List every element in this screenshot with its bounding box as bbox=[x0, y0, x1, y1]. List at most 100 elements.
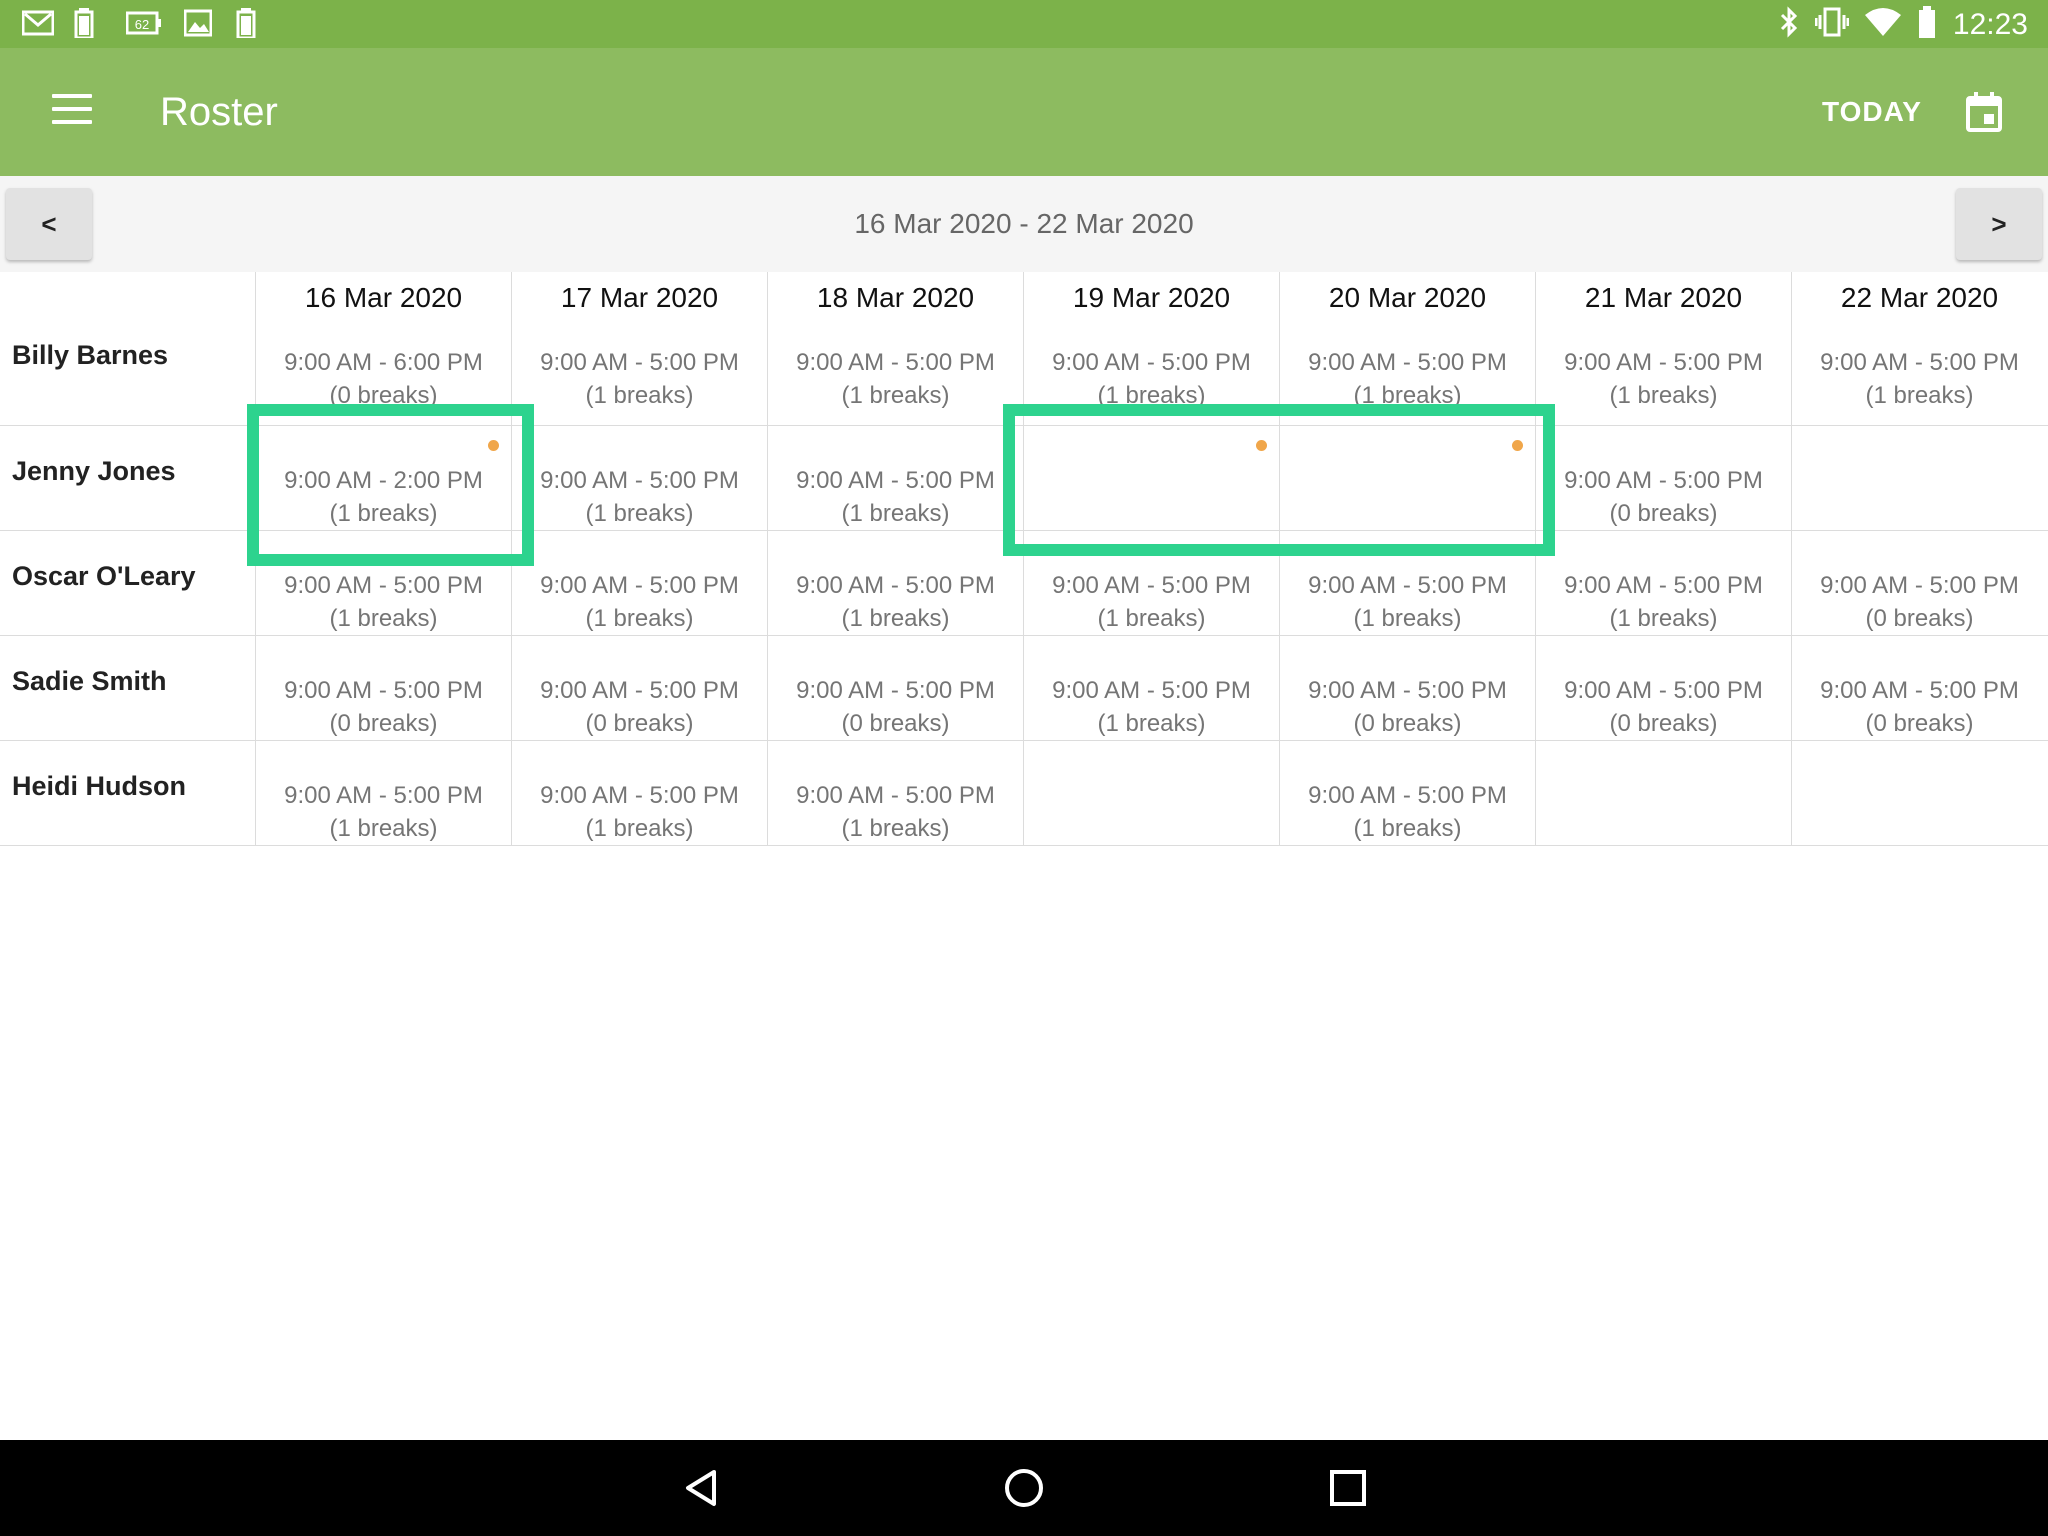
shift-breaks: (1 breaks) bbox=[585, 815, 694, 842]
shift-cell[interactable]: 9:00 AM - 5:00 PM (0 breaks) bbox=[511, 636, 767, 740]
shift-breaks: (1 breaks) bbox=[329, 605, 438, 632]
shift-breaks: (1 breaks) bbox=[1609, 605, 1718, 632]
shift-breaks: (1 breaks) bbox=[1353, 605, 1462, 632]
shift-breaks: (0 breaks) bbox=[1353, 710, 1462, 737]
shift-cell[interactable]: 9:00 AM - 5:00 PM (1 breaks) bbox=[1023, 531, 1279, 635]
shift-cell[interactable]: 22 Mar 2020 9:00 AM - 5:00 PM (1 breaks) bbox=[1791, 272, 2047, 425]
shift-time: 9:00 AM - 5:00 PM bbox=[540, 572, 739, 599]
date-header: 17 Mar 2020 bbox=[560, 282, 719, 313]
roster-row: Sadie Smith 9:00 AM - 5:00 PM (0 breaks) … bbox=[0, 636, 2048, 741]
shift-cell[interactable]: 9:00 AM - 5:00 PM (1 breaks) bbox=[1535, 531, 1791, 635]
next-week-button[interactable]: > bbox=[1956, 188, 2042, 260]
shift-breaks: (1 breaks) bbox=[329, 500, 438, 527]
shift-cell[interactable] bbox=[1791, 741, 2047, 845]
shift-cell[interactable]: 19 Mar 2020 9:00 AM - 5:00 PM (1 breaks) bbox=[1023, 272, 1279, 425]
shift-cell[interactable]: 9:00 AM - 5:00 PM (1 breaks) bbox=[255, 531, 511, 635]
date-header: 18 Mar 2020 bbox=[816, 282, 975, 313]
shift-cell[interactable]: 9:00 AM - 5:00 PM (1 breaks) bbox=[1023, 636, 1279, 740]
shift-cell[interactable] bbox=[1279, 426, 1535, 530]
shift-cell[interactable]: 20 Mar 2020 9:00 AM - 5:00 PM (1 breaks) bbox=[1279, 272, 1535, 425]
shift-time: 9:00 AM - 5:00 PM bbox=[1564, 572, 1763, 599]
shift-cell[interactable] bbox=[1023, 426, 1279, 530]
shift-cell[interactable]: 9:00 AM - 5:00 PM (1 breaks) bbox=[767, 741, 1023, 845]
shift-breaks: (1 breaks) bbox=[1353, 382, 1462, 409]
battery-icon bbox=[74, 8, 104, 40]
shift-cell[interactable]: 9:00 AM - 2:00 PM (1 breaks) bbox=[255, 426, 511, 530]
shift-time: 9:00 AM - 5:00 PM bbox=[796, 467, 995, 494]
shift-time: 9:00 AM - 5:00 PM bbox=[796, 572, 995, 599]
status-dot bbox=[1256, 440, 1267, 451]
battery-icon bbox=[236, 8, 266, 40]
shift-cell[interactable] bbox=[1023, 741, 1279, 845]
employee-name: Jenny Jones bbox=[12, 456, 176, 486]
roster-row: Heidi Hudson 9:00 AM - 5:00 PM (1 breaks)… bbox=[0, 741, 2048, 846]
shift-breaks: (1 breaks) bbox=[585, 382, 694, 409]
today-button[interactable]: TODAY bbox=[1822, 96, 1922, 128]
svg-text:62: 62 bbox=[135, 17, 149, 32]
shift-cell[interactable]: 9:00 AM - 5:00 PM (1 breaks) bbox=[767, 426, 1023, 530]
shift-breaks: (0 breaks) bbox=[1609, 500, 1718, 527]
shift-time: 9:00 AM - 5:00 PM bbox=[284, 782, 483, 809]
recents-icon[interactable] bbox=[1326, 1466, 1370, 1510]
shift-time: 9:00 AM - 5:00 PM bbox=[1564, 467, 1763, 494]
shift-cell[interactable]: 21 Mar 2020 9:00 AM - 5:00 PM (1 breaks) bbox=[1535, 272, 1791, 425]
shift-breaks: (1 breaks) bbox=[329, 815, 438, 842]
shift-time: 9:00 AM - 5:00 PM bbox=[1820, 677, 2019, 704]
shift-cell[interactable]: 9:00 AM - 5:00 PM (0 breaks) bbox=[767, 636, 1023, 740]
shift-cell[interactable]: 9:00 AM - 5:00 PM (1 breaks) bbox=[1279, 531, 1535, 635]
shift-cell[interactable]: 9:00 AM - 5:00 PM (1 breaks) bbox=[1279, 741, 1535, 845]
home-icon[interactable] bbox=[1002, 1466, 1046, 1510]
status-dot bbox=[488, 440, 499, 451]
back-icon[interactable] bbox=[680, 1466, 724, 1510]
shift-time: 9:00 AM - 5:00 PM bbox=[1052, 677, 1251, 704]
shift-cell[interactable]: 16 Mar 2020 9:00 AM - 6:00 PM (0 breaks) bbox=[255, 272, 511, 425]
shift-breaks: (1 breaks) bbox=[1609, 382, 1718, 409]
image-icon bbox=[183, 8, 214, 38]
shift-breaks: (1 breaks) bbox=[585, 605, 694, 632]
shift-breaks: (1 breaks) bbox=[1097, 710, 1206, 737]
shift-cell[interactable]: 9:00 AM - 5:00 PM (1 breaks) bbox=[511, 426, 767, 530]
date-header: 19 Mar 2020 bbox=[1072, 282, 1231, 313]
battery-icon bbox=[1917, 6, 1937, 43]
shift-cell[interactable] bbox=[1535, 741, 1791, 845]
bluetooth-icon bbox=[1779, 6, 1799, 43]
shift-time: 9:00 AM - 5:00 PM bbox=[284, 677, 483, 704]
shift-cell[interactable]: 9:00 AM - 5:00 PM (0 breaks) bbox=[1535, 426, 1791, 530]
shift-cell[interactable]: 9:00 AM - 5:00 PM (0 breaks) bbox=[1791, 531, 2047, 635]
roster-row: Oscar O'Leary 9:00 AM - 5:00 PM (1 breaks… bbox=[0, 531, 2048, 636]
shift-breaks: (1 breaks) bbox=[841, 605, 950, 632]
calendar-icon[interactable] bbox=[1966, 92, 2002, 132]
shift-cell[interactable]: 9:00 AM - 5:00 PM (1 breaks) bbox=[767, 531, 1023, 635]
shift-breaks: (0 breaks) bbox=[1865, 710, 1974, 737]
shift-time: 9:00 AM - 5:00 PM bbox=[1564, 677, 1763, 704]
shift-cell[interactable]: 9:00 AM - 5:00 PM (1 breaks) bbox=[511, 531, 767, 635]
shift-breaks: (1 breaks) bbox=[1097, 605, 1206, 632]
shift-time: 9:00 AM - 5:00 PM bbox=[796, 349, 995, 376]
shift-cell[interactable]: 9:00 AM - 5:00 PM (1 breaks) bbox=[511, 741, 767, 845]
shift-cell[interactable] bbox=[1791, 426, 2047, 530]
roster-row: Jenny Jones 9:00 AM - 2:00 PM (1 breaks) … bbox=[0, 426, 2048, 531]
shift-cell[interactable]: 17 Mar 2020 9:00 AM - 5:00 PM (1 breaks) bbox=[511, 272, 767, 425]
date-header: 21 Mar 2020 bbox=[1584, 282, 1743, 313]
shift-breaks: (0 breaks) bbox=[1865, 605, 1974, 632]
roster-grid: Billy Barnes 16 Mar 2020 9:00 AM - 6:00 … bbox=[0, 272, 2048, 846]
shift-cell[interactable]: 9:00 AM - 5:00 PM (0 breaks) bbox=[1791, 636, 2047, 740]
employee-cell: Oscar O'Leary bbox=[0, 531, 255, 635]
employee-cell: Heidi Hudson bbox=[0, 741, 255, 845]
shift-breaks: (1 breaks) bbox=[1353, 815, 1462, 842]
shift-breaks: (0 breaks) bbox=[329, 710, 438, 737]
shift-breaks: (0 breaks) bbox=[1609, 710, 1718, 737]
shift-time: 9:00 AM - 2:00 PM bbox=[284, 467, 483, 494]
shift-cell[interactable]: 18 Mar 2020 9:00 AM - 5:00 PM (1 breaks) bbox=[767, 272, 1023, 425]
shift-time: 9:00 AM - 5:00 PM bbox=[540, 467, 739, 494]
shift-time: 9:00 AM - 5:00 PM bbox=[540, 677, 739, 704]
shift-cell[interactable]: 9:00 AM - 5:00 PM (0 breaks) bbox=[255, 636, 511, 740]
menu-icon[interactable] bbox=[52, 94, 92, 124]
employee-name: Oscar O'Leary bbox=[12, 561, 196, 591]
shift-cell[interactable]: 9:00 AM - 5:00 PM (0 breaks) bbox=[1279, 636, 1535, 740]
shift-breaks: (0 breaks) bbox=[585, 710, 694, 737]
shift-time: 9:00 AM - 6:00 PM bbox=[284, 349, 483, 376]
shift-cell[interactable]: 9:00 AM - 5:00 PM (1 breaks) bbox=[255, 741, 511, 845]
shift-breaks: (1 breaks) bbox=[841, 500, 950, 527]
shift-cell[interactable]: 9:00 AM - 5:00 PM (0 breaks) bbox=[1535, 636, 1791, 740]
